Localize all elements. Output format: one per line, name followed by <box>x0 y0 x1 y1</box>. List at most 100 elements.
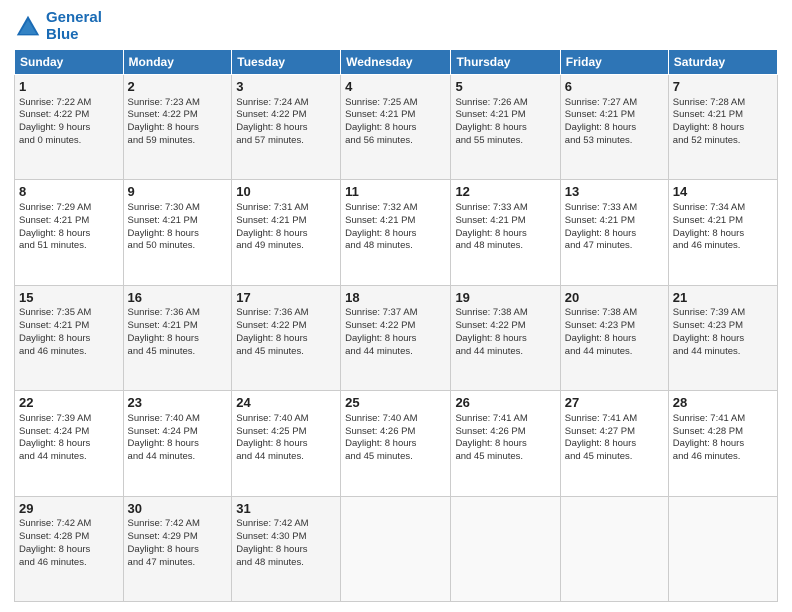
day-info-line: Sunrise: 7:25 AM <box>345 97 446 110</box>
day-info-line: and 57 minutes. <box>236 135 336 148</box>
day-info-line: Sunrise: 7:40 AM <box>345 413 446 426</box>
day-cell: 25Sunrise: 7:40 AMSunset: 4:26 PMDayligh… <box>341 391 451 496</box>
logo-icon <box>14 13 42 41</box>
day-info-line: Daylight: 8 hours <box>565 333 664 346</box>
day-info-line: Daylight: 8 hours <box>128 228 228 241</box>
day-number: 31 <box>236 500 336 518</box>
day-number: 17 <box>236 289 336 307</box>
day-number: 26 <box>455 394 555 412</box>
day-cell: 16Sunrise: 7:36 AMSunset: 4:21 PMDayligh… <box>123 285 232 390</box>
day-number: 13 <box>565 183 664 201</box>
day-info-line: Daylight: 8 hours <box>19 333 119 346</box>
day-cell <box>560 496 668 601</box>
day-number: 22 <box>19 394 119 412</box>
day-number: 28 <box>673 394 773 412</box>
day-info-line: Daylight: 8 hours <box>19 544 119 557</box>
day-number: 18 <box>345 289 446 307</box>
day-cell: 3Sunrise: 7:24 AMSunset: 4:22 PMDaylight… <box>232 75 341 180</box>
day-cell: 2Sunrise: 7:23 AMSunset: 4:22 PMDaylight… <box>123 75 232 180</box>
day-cell: 24Sunrise: 7:40 AMSunset: 4:25 PMDayligh… <box>232 391 341 496</box>
day-cell: 28Sunrise: 7:41 AMSunset: 4:28 PMDayligh… <box>668 391 777 496</box>
day-info-line: Sunrise: 7:29 AM <box>19 202 119 215</box>
day-info-line: Sunset: 4:21 PM <box>345 109 446 122</box>
logo: General Blue <box>14 10 102 43</box>
day-info-line: Daylight: 8 hours <box>565 228 664 241</box>
day-info-line: and 46 minutes. <box>19 346 119 359</box>
day-info-line: and 0 minutes. <box>19 135 119 148</box>
day-info-line: and 48 minutes. <box>236 557 336 570</box>
day-info-line: and 46 minutes. <box>19 557 119 570</box>
day-cell: 15Sunrise: 7:35 AMSunset: 4:21 PMDayligh… <box>15 285 124 390</box>
day-info-line: Daylight: 8 hours <box>236 438 336 451</box>
day-info-line: Sunset: 4:29 PM <box>128 531 228 544</box>
day-info-line: Sunrise: 7:26 AM <box>455 97 555 110</box>
col-header-friday: Friday <box>560 50 668 75</box>
day-info-line: Daylight: 8 hours <box>455 333 555 346</box>
day-info-line: and 48 minutes. <box>345 240 446 253</box>
day-info-line: Sunset: 4:23 PM <box>565 320 664 333</box>
day-number: 15 <box>19 289 119 307</box>
day-number: 14 <box>673 183 773 201</box>
day-info-line: and 56 minutes. <box>345 135 446 148</box>
day-info-line: Daylight: 8 hours <box>128 333 228 346</box>
day-number: 20 <box>565 289 664 307</box>
day-info-line: Sunrise: 7:38 AM <box>455 307 555 320</box>
day-number: 29 <box>19 500 119 518</box>
col-header-sunday: Sunday <box>15 50 124 75</box>
day-info-line: Daylight: 9 hours <box>19 122 119 135</box>
day-number: 25 <box>345 394 446 412</box>
day-cell: 12Sunrise: 7:33 AMSunset: 4:21 PMDayligh… <box>451 180 560 285</box>
calendar-header-row: SundayMondayTuesdayWednesdayThursdayFrid… <box>15 50 778 75</box>
day-info-line: Daylight: 8 hours <box>673 438 773 451</box>
day-info-line: and 50 minutes. <box>128 240 228 253</box>
day-number: 21 <box>673 289 773 307</box>
day-info-line: and 44 minutes. <box>236 451 336 464</box>
day-info-line: Sunrise: 7:40 AM <box>128 413 228 426</box>
day-info-line: and 59 minutes. <box>128 135 228 148</box>
day-info-line: Daylight: 8 hours <box>345 333 446 346</box>
day-cell: 21Sunrise: 7:39 AMSunset: 4:23 PMDayligh… <box>668 285 777 390</box>
day-number: 3 <box>236 78 336 96</box>
day-number: 27 <box>565 394 664 412</box>
day-info-line: Daylight: 8 hours <box>236 544 336 557</box>
day-cell: 23Sunrise: 7:40 AMSunset: 4:24 PMDayligh… <box>123 391 232 496</box>
day-info-line: Sunrise: 7:37 AM <box>345 307 446 320</box>
day-number: 24 <box>236 394 336 412</box>
day-info-line: and 46 minutes. <box>673 451 773 464</box>
day-info-line: Sunset: 4:21 PM <box>19 320 119 333</box>
day-cell: 10Sunrise: 7:31 AMSunset: 4:21 PMDayligh… <box>232 180 341 285</box>
day-info-line: and 45 minutes. <box>455 451 555 464</box>
day-info-line: Sunrise: 7:32 AM <box>345 202 446 215</box>
day-info-line: Sunrise: 7:22 AM <box>19 97 119 110</box>
day-info-line: Sunrise: 7:24 AM <box>236 97 336 110</box>
day-info-line: and 47 minutes. <box>565 240 664 253</box>
day-number: 16 <box>128 289 228 307</box>
day-cell: 17Sunrise: 7:36 AMSunset: 4:22 PMDayligh… <box>232 285 341 390</box>
day-info-line: and 44 minutes. <box>455 346 555 359</box>
day-cell: 5Sunrise: 7:26 AMSunset: 4:21 PMDaylight… <box>451 75 560 180</box>
day-info-line: Sunrise: 7:38 AM <box>565 307 664 320</box>
day-info-line: Sunset: 4:26 PM <box>345 426 446 439</box>
day-info-line: Sunset: 4:24 PM <box>128 426 228 439</box>
day-info-line: Sunset: 4:21 PM <box>673 109 773 122</box>
day-cell: 20Sunrise: 7:38 AMSunset: 4:23 PMDayligh… <box>560 285 668 390</box>
day-info-line: Sunrise: 7:39 AM <box>673 307 773 320</box>
day-info-line: Sunset: 4:22 PM <box>236 109 336 122</box>
day-info-line: Sunset: 4:25 PM <box>236 426 336 439</box>
day-cell <box>451 496 560 601</box>
day-info-line: Sunrise: 7:40 AM <box>236 413 336 426</box>
day-info-line: Daylight: 8 hours <box>673 228 773 241</box>
day-info-line: Sunset: 4:21 PM <box>128 215 228 228</box>
day-info-line: and 44 minutes. <box>345 346 446 359</box>
day-info-line: Sunrise: 7:33 AM <box>565 202 664 215</box>
day-cell: 4Sunrise: 7:25 AMSunset: 4:21 PMDaylight… <box>341 75 451 180</box>
page-header: General Blue <box>14 10 778 43</box>
day-info-line: and 44 minutes. <box>673 346 773 359</box>
day-number: 12 <box>455 183 555 201</box>
day-info-line: Daylight: 8 hours <box>128 438 228 451</box>
day-info-line: Sunrise: 7:41 AM <box>455 413 555 426</box>
day-info-line: Sunrise: 7:42 AM <box>19 518 119 531</box>
day-cell: 11Sunrise: 7:32 AMSunset: 4:21 PMDayligh… <box>341 180 451 285</box>
day-info-line: Sunrise: 7:34 AM <box>673 202 773 215</box>
day-cell: 22Sunrise: 7:39 AMSunset: 4:24 PMDayligh… <box>15 391 124 496</box>
